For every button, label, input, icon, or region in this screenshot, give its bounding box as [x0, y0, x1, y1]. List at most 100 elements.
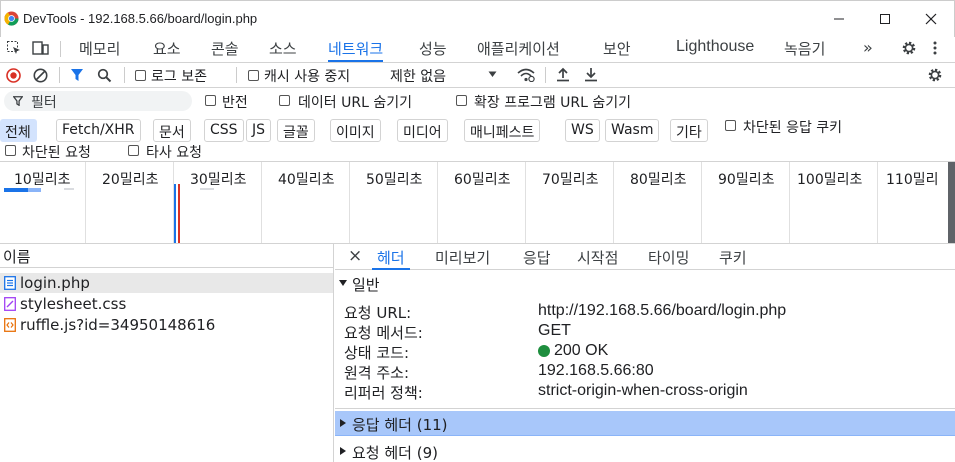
- import-har-upload-icon[interactable]: [556, 67, 570, 82]
- time-tick: 70밀리초: [542, 172, 599, 188]
- filter-type-media[interactable]: 미디어: [397, 119, 448, 142]
- disable-cache-label: 캐시 사용 중지: [264, 69, 351, 85]
- grid-line: [525, 162, 526, 243]
- filter-type-img[interactable]: 이미지: [330, 119, 381, 142]
- divider: [59, 67, 60, 83]
- filter-type-ws[interactable]: WS: [565, 119, 600, 142]
- load-event-line: [178, 184, 180, 243]
- tab-timing[interactable]: 타이밍: [648, 247, 689, 270]
- tab-performance[interactable]: 성능: [419, 38, 447, 62]
- request-headers-title: 요청 헤더 (9): [352, 444, 438, 462]
- grid-line: [261, 162, 262, 243]
- filter-type-other[interactable]: 기타: [670, 119, 708, 142]
- remote-address-key: 원격 주소:: [344, 364, 410, 382]
- general-section-title: 일반: [352, 276, 380, 294]
- tab-initiator[interactable]: 시작점: [577, 247, 618, 270]
- filter-type-doc[interactable]: 문서: [153, 119, 191, 142]
- close-detail-icon[interactable]: ×: [348, 246, 362, 269]
- request-row-login-php[interactable]: login.php: [0, 273, 333, 293]
- grid-line: [877, 162, 878, 243]
- tab-console[interactable]: 콘솔: [211, 38, 239, 62]
- request-bar: [64, 188, 74, 190]
- tab-memory[interactable]: 메모리: [79, 38, 120, 62]
- filter-type-js[interactable]: JS: [246, 119, 272, 142]
- filter-type-font[interactable]: 글꼴: [277, 119, 315, 142]
- hide-extension-urls-checkbox[interactable]: [456, 95, 467, 106]
- collapsed-triangle-icon: [340, 419, 347, 427]
- stylesheet-file-icon: [4, 297, 16, 311]
- throttling-select[interactable]: 제한 없음: [390, 66, 446, 86]
- tab-recorder[interactable]: 녹음기: [784, 38, 825, 62]
- time-tick: 30밀리초: [190, 172, 247, 188]
- disable-cache-checkbox[interactable]: [248, 70, 259, 81]
- divider: [335, 408, 955, 409]
- network-settings-gear-icon[interactable]: [927, 67, 943, 83]
- third-party-checkbox[interactable]: [128, 145, 139, 156]
- minimize-icon[interactable]: [828, 8, 850, 30]
- status-ok-dot-icon: [538, 345, 550, 357]
- search-icon[interactable]: [97, 68, 112, 83]
- divider: [124, 67, 125, 83]
- blocked-requests-checkbox[interactable]: [5, 145, 16, 156]
- device-toolbar-icon[interactable]: [32, 40, 50, 56]
- more-tabs-button[interactable]: »: [863, 38, 873, 62]
- request-bar: [200, 188, 214, 190]
- tab-elements[interactable]: 요소: [153, 38, 181, 62]
- maximize-icon[interactable]: [874, 8, 896, 30]
- tab-cookies[interactable]: 쿠키: [719, 247, 747, 270]
- time-tick: 10밀리초: [14, 172, 71, 188]
- filter-type-all[interactable]: 전체: [0, 119, 37, 142]
- request-url-key: 요청 URL:: [344, 304, 412, 322]
- main-panel-tabs: 메모리 요소 콘솔 소스 네트워크 성능 애플리케이션 보안 Lighthous…: [0, 37, 955, 63]
- tab-application[interactable]: 애플리케이션: [477, 38, 560, 62]
- request-detail-panel: × 헤더 미리보기 응답 시작점 타이밍 쿠키 일반 요청 URL: http:…: [335, 244, 955, 462]
- record-stop-icon[interactable]: [6, 68, 21, 83]
- overview-scroll-handle[interactable]: [948, 162, 955, 243]
- more-options-icon[interactable]: [930, 40, 940, 56]
- tab-response[interactable]: 응답: [523, 247, 551, 270]
- detail-tabs: × 헤더 미리보기 응답 시작점 타이밍 쿠키: [335, 244, 955, 270]
- status-code-value: 200 OK: [554, 342, 609, 359]
- filter-input[interactable]: 필터: [4, 91, 192, 111]
- network-conditions-wifi-icon[interactable]: [517, 68, 535, 82]
- filter-type-manifest[interactable]: 매니페스트: [464, 119, 541, 142]
- tab-sources[interactable]: 소스: [269, 38, 297, 62]
- filter-type-css[interactable]: CSS: [204, 119, 244, 142]
- response-headers-section-header[interactable]: 응답 헤더 (11): [335, 411, 955, 436]
- general-section-header[interactable]: 일반: [335, 272, 955, 294]
- name-column-label: 이름: [3, 248, 31, 266]
- clear-icon[interactable]: [33, 68, 48, 83]
- request-row-ruffle-js[interactable]: ruffle.js?id=34950148616: [0, 315, 333, 335]
- time-tick: 60밀리초: [454, 172, 511, 188]
- settings-gear-icon[interactable]: [901, 40, 917, 56]
- inspect-element-icon[interactable]: [6, 40, 22, 56]
- dropdown-arrow-icon[interactable]: [488, 71, 497, 78]
- export-har-download-icon[interactable]: [584, 67, 598, 82]
- filter-placeholder: 필터: [31, 95, 57, 111]
- time-tick: 40밀리초: [278, 172, 335, 188]
- tab-security[interactable]: 보안: [603, 38, 631, 62]
- divider: [236, 67, 237, 83]
- grid-line: [437, 162, 438, 243]
- filter-type-wasm[interactable]: Wasm: [605, 119, 660, 142]
- request-url-value: http://192.168.5.66/board/login.php: [538, 302, 787, 319]
- tab-network[interactable]: 네트워크: [328, 38, 384, 62]
- tab-preview[interactable]: 미리보기: [435, 247, 490, 270]
- blocked-cookies-checkbox[interactable]: [725, 120, 736, 131]
- request-headers-section-header[interactable]: 요청 헤더 (9): [335, 437, 955, 462]
- tab-headers[interactable]: 헤더: [372, 247, 410, 270]
- network-overview-timeline[interactable]: 10밀리초 20밀리초 30밀리초 40밀리초 50밀리초 60밀리초 70밀리…: [0, 162, 955, 244]
- grid-line: [85, 162, 86, 243]
- tab-lighthouse[interactable]: Lighthouse: [676, 38, 754, 62]
- request-row-stylesheet-css[interactable]: stylesheet.css: [0, 294, 333, 314]
- hide-data-urls-checkbox[interactable]: [279, 95, 290, 106]
- preserve-log-checkbox[interactable]: [135, 70, 146, 81]
- filter-funnel-icon[interactable]: [70, 68, 84, 82]
- name-column-header[interactable]: 이름: [0, 244, 334, 268]
- grid-line: [789, 162, 790, 243]
- invert-checkbox[interactable]: [205, 95, 216, 106]
- filter-type-fetch-xhr[interactable]: Fetch/XHR: [56, 119, 141, 142]
- time-tick: 80밀리초: [630, 172, 687, 188]
- window-title-bar: DevTools - 192.168.5.66/board/login.php: [0, 0, 955, 37]
- close-window-icon[interactable]: [920, 8, 942, 30]
